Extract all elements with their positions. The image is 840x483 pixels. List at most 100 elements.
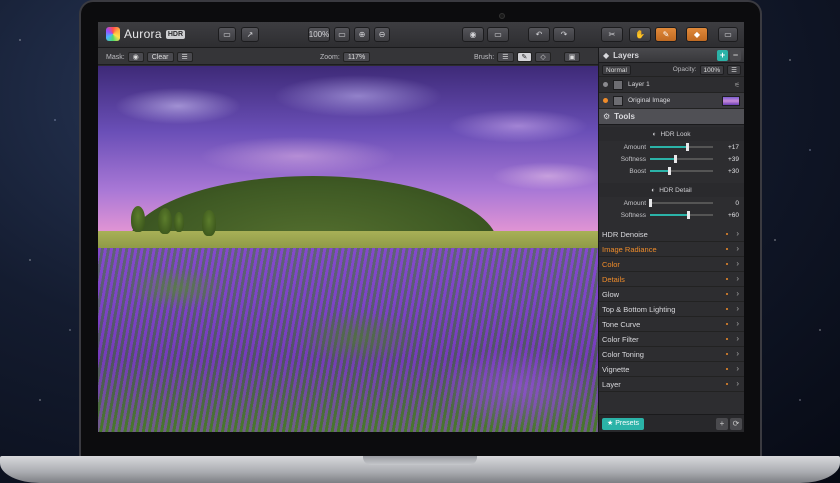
chevron-right-icon[interactable]: › (736, 379, 739, 388)
layers-icon: ◆ (693, 30, 701, 39)
slider-knob[interactable] (673, 155, 677, 163)
zoom-in-button[interactable]: ⊕ (354, 27, 370, 42)
slider-value: +17 (727, 143, 739, 151)
share-icon: ↗ (246, 30, 254, 39)
filter-item[interactable]: Top & Bottom Lighting › (599, 302, 744, 317)
slider-track[interactable] (650, 167, 713, 175)
photo-canvas[interactable] (98, 66, 598, 432)
chevron-right-icon[interactable]: › (736, 334, 739, 343)
filter-item[interactable]: Image Radiance › (599, 242, 744, 257)
opacity-label: Opacity: (672, 66, 697, 73)
chevron-right-icon[interactable]: › (736, 364, 739, 373)
presets-button[interactable]: ★ Presets (602, 418, 644, 430)
filter-item[interactable]: Tone Curve › (599, 317, 744, 332)
brush-tool-button[interactable]: ✎ (655, 27, 677, 42)
crop-button[interactable]: ✂ (601, 27, 623, 42)
layer-item[interactable]: Layer 1 ⚟ (599, 77, 744, 93)
filter-item[interactable]: HDR Denoise › (599, 227, 744, 242)
filter-status-dot (726, 278, 728, 280)
filter-item[interactable]: Color Filter › (599, 332, 744, 347)
zoom-100-button[interactable]: 100% (308, 27, 330, 42)
layer-menu-button[interactable]: ☰ (727, 64, 741, 75)
compare-button[interactable]: ▭ (487, 27, 509, 42)
zoom-select[interactable]: 117% (342, 52, 371, 62)
filter-label: Top & Bottom Lighting (602, 304, 676, 314)
filter-label: Details (602, 274, 625, 284)
slider-knob[interactable] (667, 167, 671, 175)
app-logo: Aurora HDR (106, 27, 185, 41)
undo-button[interactable]: ↶ (528, 27, 550, 42)
mask-icon: ▣ (568, 54, 576, 61)
image-panel-button[interactable]: ▭ (718, 27, 738, 42)
layer-item[interactable]: Original Image (599, 93, 744, 109)
panel-footer: ★ Presets + ⟳ (599, 414, 744, 432)
filter-label: Image Radiance (602, 244, 657, 254)
open-folder-button[interactable]: ▭ (218, 27, 236, 42)
layers-panel-icon: ◆ (603, 50, 610, 60)
slider-fill (650, 146, 687, 148)
hand-tool-button[interactable]: ✋ (629, 27, 651, 42)
laptop-notch (363, 456, 477, 465)
zoom-label: Zoom: (320, 53, 340, 61)
brush-paint-button[interactable]: ✎ (516, 52, 533, 62)
filter-item[interactable]: Vignette › (599, 362, 744, 377)
preview-button[interactable]: ◉ (462, 27, 484, 42)
slider-knob[interactable] (685, 143, 689, 151)
chevron-right-icon[interactable]: › (736, 289, 739, 298)
layers-title: Layers (613, 50, 639, 60)
chevron-right-icon[interactable]: › (736, 259, 739, 268)
mask-menu-button[interactable]: ☰ (176, 52, 193, 62)
chevron-right-icon[interactable]: › (736, 274, 739, 283)
filter-item[interactable]: Glow › (599, 287, 744, 302)
filter-item[interactable]: Details › (599, 272, 744, 287)
slider-value: +39 (727, 155, 739, 163)
brush-eraser-button[interactable]: ◇ (535, 52, 551, 62)
hdr-detail-title[interactable]: ◐ HDR Detail (599, 183, 744, 197)
redo-button[interactable]: ↷ (553, 27, 575, 42)
toggle-icon[interactable]: ◐ (651, 187, 655, 194)
brush-icon: ✎ (662, 30, 670, 39)
fit-screen-button[interactable]: ▭ (334, 27, 350, 42)
share-button[interactable]: ↗ (241, 27, 259, 42)
clear-mask-button[interactable]: Clear (146, 52, 174, 62)
chevron-right-icon[interactable]: › (736, 244, 739, 253)
remove-layer-button[interactable]: − (730, 50, 741, 61)
layer-settings-icon[interactable]: ⚟ (734, 81, 740, 89)
brush-icon: ✎ (521, 54, 528, 61)
add-layer-button[interactable]: + (717, 50, 728, 61)
chevron-right-icon[interactable]: › (736, 319, 739, 328)
filter-item[interactable]: Color Toning › (599, 347, 744, 362)
fit-icon: ▭ (338, 30, 346, 39)
filter-item[interactable]: Color › (599, 257, 744, 272)
chevron-right-icon[interactable]: › (736, 229, 739, 238)
mask-visibility-button[interactable]: ◉ (127, 52, 144, 62)
top-toolbar: Aurora HDR ▭ ↗ 100% ▭ ⊕ ⊖ ◉ ▭ ↶ ↷ ✂ ✋ ✎ … (98, 22, 744, 48)
slider-knob[interactable] (686, 211, 690, 219)
slider-value: +60 (727, 211, 739, 219)
redo-icon: ↷ (560, 30, 568, 39)
refresh-button[interactable]: ⟳ (730, 418, 742, 430)
layers-panel-button[interactable]: ◆ (686, 27, 708, 42)
slider-track[interactable] (650, 155, 713, 163)
brush-mask-button[interactable]: ▣ (563, 52, 581, 62)
undo-icon: ↶ (535, 30, 543, 39)
chevron-right-icon[interactable]: › (736, 304, 739, 313)
blend-mode-select[interactable]: Normal (602, 64, 631, 75)
slider-knob[interactable] (649, 199, 652, 207)
filter-status-dot (726, 323, 728, 325)
opacity-select[interactable]: 100% (699, 64, 725, 75)
layer-visibility-icon[interactable] (603, 82, 608, 87)
layer-visibility-icon[interactable] (603, 98, 608, 103)
slider-track[interactable] (650, 143, 713, 151)
hdr-look-title[interactable]: ◐ HDR Look (599, 127, 744, 141)
chevron-right-icon[interactable]: › (736, 349, 739, 358)
filter-item[interactable]: Layer › (599, 377, 744, 392)
slider-fill (650, 158, 675, 160)
toggle-icon[interactable]: ◐ (653, 131, 657, 138)
zoom-out-button[interactable]: ⊖ (374, 27, 390, 42)
slider-track[interactable] (650, 211, 713, 219)
brush-size-select[interactable]: ☰ (497, 52, 514, 62)
add-preset-button[interactable]: + (716, 418, 728, 430)
slider-track[interactable] (649, 199, 713, 207)
eye-icon: ◉ (469, 30, 477, 39)
